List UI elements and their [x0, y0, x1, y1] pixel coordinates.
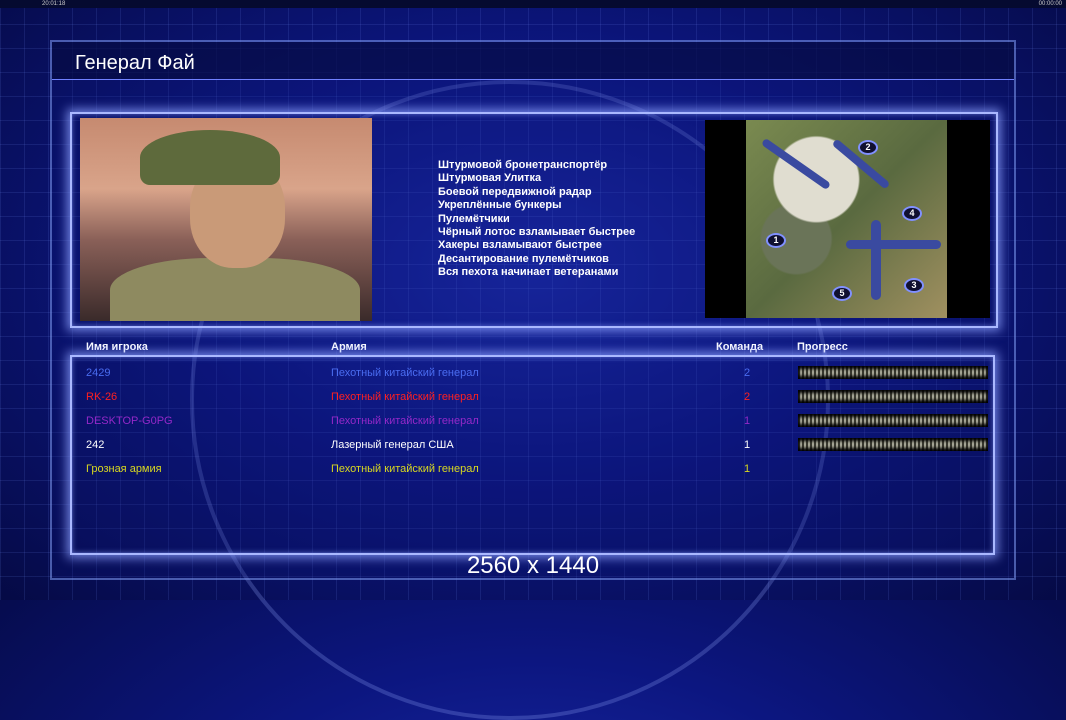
player-row: RK-26 Пехотный китайский генерал 2 — [86, 390, 988, 407]
start-position-marker: 1 — [766, 233, 786, 248]
status-bar: 20:01:18 00:00:00 — [0, 0, 1066, 8]
clock-left: 20:01:18 — [42, 1, 66, 7]
clock-right: 00:00:00 — [1038, 1, 1062, 7]
player-name: 2429 — [86, 367, 111, 379]
resolution-label: 2560 x 1440 — [466, 552, 600, 579]
progress-bar — [798, 390, 988, 403]
perk-item: Штурмовая Улитка — [438, 172, 542, 185]
player-name: 242 — [86, 439, 105, 451]
player-row: DESKTOP-G0PG Пехотный китайский генерал … — [86, 414, 988, 431]
perk-item: Десантирование пулемётчиков — [438, 252, 609, 265]
player-row: 2429 Пехотный китайский генерал 2 — [86, 366, 988, 383]
player-army: Пехотный китайский генерал — [331, 415, 479, 427]
perk-item: Чёрный лотос взламывает быстрее — [438, 226, 636, 239]
map-preview: 1 2 3 4 5 — [705, 120, 990, 318]
start-position-marker: 2 — [858, 140, 878, 155]
player-army: Пехотный китайский генерал — [331, 367, 479, 379]
perk-item: Штурмовой бронетранспортёр — [438, 159, 608, 171]
perk-item: Хакеры взламывают быстрее — [438, 239, 602, 252]
header-progress: Прогресс — [797, 341, 848, 353]
player-name: RK-26 — [86, 391, 118, 403]
start-position-marker: 3 — [904, 278, 924, 293]
header-player-name: Имя игрока — [86, 341, 148, 353]
header-army: Армия — [331, 341, 367, 353]
player-team: 1 — [744, 463, 751, 475]
player-team: 1 — [744, 439, 751, 451]
perk-item: Укреплённые бункеры — [438, 199, 562, 212]
player-row: 242 Лазерный генерал США 1 — [86, 438, 988, 455]
progress-bar — [798, 438, 988, 451]
perk-item: Пулемётчики — [438, 212, 510, 225]
player-team: 1 — [744, 415, 751, 427]
player-team: 2 — [744, 391, 751, 403]
player-team: 2 — [744, 367, 751, 379]
player-army: Пехотный китайский генерал — [331, 463, 479, 475]
general-portrait — [80, 118, 372, 321]
perk-item: Вся пехота начинает ветеранами — [438, 266, 619, 279]
player-row: Грозная армия Пехотный китайский генерал… — [86, 463, 988, 479]
player-army: Лазерный генерал США — [331, 439, 454, 451]
start-position-marker: 4 — [902, 206, 922, 221]
perk-item: Боевой передвижной радар — [438, 185, 592, 198]
start-position-marker: 5 — [832, 286, 852, 301]
progress-bar — [798, 366, 988, 379]
header-team: Команда — [716, 341, 764, 353]
title-bar — [52, 42, 1014, 80]
general-title: Генерал Фай — [75, 52, 195, 74]
progress-bar — [798, 414, 988, 427]
player-army: Пехотный китайский генерал — [331, 391, 479, 403]
player-name: DESKTOP-G0PG — [86, 415, 173, 427]
perk-list: Штурмовой бронетранспортёр Штурмовая Улит… — [438, 159, 635, 280]
player-name: Грозная армия — [86, 463, 162, 475]
players-table — [70, 355, 995, 555]
